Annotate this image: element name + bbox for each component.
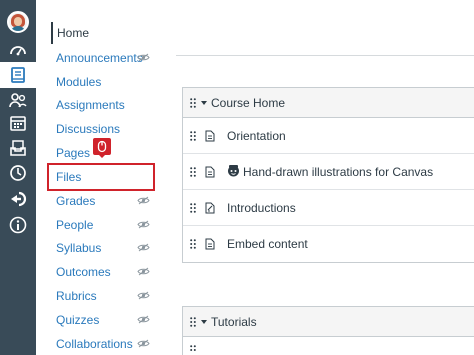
drag-handle-icon[interactable] [190,98,196,108]
drag-handle-icon[interactable] [190,239,196,249]
hidden-eye-icon [137,339,150,348]
hidden-eye-icon [137,53,150,62]
collapse-caret-icon[interactable] [201,320,207,324]
drag-handle-icon[interactable] [190,317,196,327]
module-title: Tutorials [211,315,257,329]
page-icon [205,238,215,250]
history-icon[interactable] [0,161,36,185]
module-item-title[interactable]: Introductions [227,190,296,226]
global-nav [0,0,36,355]
drag-handle-icon[interactable] [190,345,196,355]
drag-handle-icon[interactable] [190,167,196,177]
course-nav-discussions[interactable]: Discussions [56,120,120,138]
module-header[interactable]: Course Home [183,88,474,118]
help-icon[interactable] [0,213,36,237]
commons-icon[interactable] [0,187,36,211]
hidden-eye-icon [137,243,150,252]
hidden-eye-icon [137,267,150,276]
module-item-title[interactable]: Hand-drawn illustrations for Canvas [243,154,433,190]
course-nav-quizzes[interactable]: Quizzes [56,311,99,329]
hidden-eye-icon [137,291,150,300]
course-nav-grades[interactable]: Grades [56,192,95,210]
artist-emoji-icon [228,165,239,177]
page-icon [205,166,215,178]
discussion-icon [205,202,215,214]
collapse-caret-icon[interactable] [201,101,207,105]
courses-icon[interactable] [0,62,36,88]
module-title: Course Home [211,96,286,110]
inbox-icon[interactable] [0,136,36,160]
module-course-home: Course Home Orientation Hand-drawn illus… [182,87,474,263]
course-nav-assignments[interactable]: Assignments [56,96,125,114]
groups-icon[interactable] [0,88,36,112]
course-nav-syllabus[interactable]: Syllabus [56,239,101,257]
module-item[interactable]: Hand-drawn illustrations for Canvas [183,154,474,190]
course-nav-announcements[interactable]: Announcements [56,49,143,67]
page-icon [205,130,215,142]
course-nav-people[interactable]: People [56,216,93,234]
content-divider [176,55,474,56]
hidden-eye-icon [137,196,150,205]
module-header[interactable]: Tutorials [183,307,474,337]
dashboard-icon[interactable] [0,38,36,62]
course-nav-outcomes[interactable]: Outcomes [56,263,111,281]
mouse-click-icon [93,138,111,158]
module-item[interactable]: Orientation [183,118,474,154]
drag-handle-icon[interactable] [190,131,196,141]
module-item-title[interactable]: Orientation [227,118,286,154]
course-nav-pages[interactable]: Pages [56,144,90,162]
module-item[interactable]: Embed content [183,226,474,262]
module-tutorials: Tutorials [182,306,474,355]
course-nav-modules[interactable]: Modules [56,73,101,91]
files-highlight-box [47,163,155,191]
drag-handle-icon[interactable] [190,203,196,213]
module-item-partial [183,337,474,355]
hidden-eye-icon [137,220,150,229]
hidden-eye-icon [137,315,150,324]
course-nav-collaborations[interactable]: Collaborations [56,335,133,353]
module-item[interactable]: Introductions [183,190,474,226]
account-avatar[interactable] [7,11,29,33]
course-nav-home[interactable]: Home [51,22,89,44]
course-nav-rubrics[interactable]: Rubrics [56,287,97,305]
calendar-icon[interactable] [0,111,36,135]
module-item-title[interactable]: Embed content [227,226,308,262]
